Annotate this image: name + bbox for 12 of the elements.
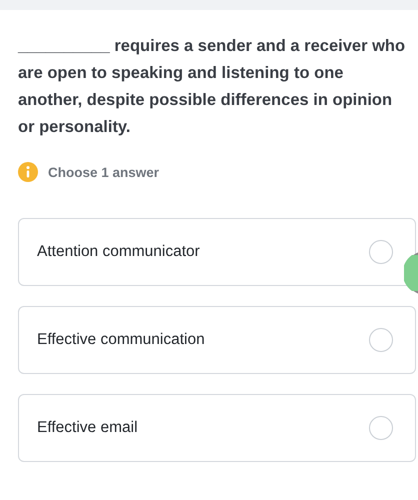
- side-handle-icon[interactable]: [404, 251, 418, 295]
- option-label: Effective communication: [37, 331, 205, 349]
- answer-option[interactable]: Effective communication: [18, 306, 416, 374]
- info-icon: [18, 162, 38, 182]
- radio-button[interactable]: [369, 328, 393, 352]
- radio-button[interactable]: [369, 416, 393, 440]
- radio-button[interactable]: [369, 240, 393, 264]
- answer-option[interactable]: Effective email: [18, 394, 416, 462]
- option-label: Effective email: [37, 419, 138, 437]
- option-label: Attention communicator: [37, 243, 200, 261]
- instruction-text: Choose 1 answer: [48, 164, 160, 180]
- question-text: __________ requires a sender and a receiver who are open to speaking and listening to one another, despite possible differences in opinion or personality.: [18, 36, 406, 138]
